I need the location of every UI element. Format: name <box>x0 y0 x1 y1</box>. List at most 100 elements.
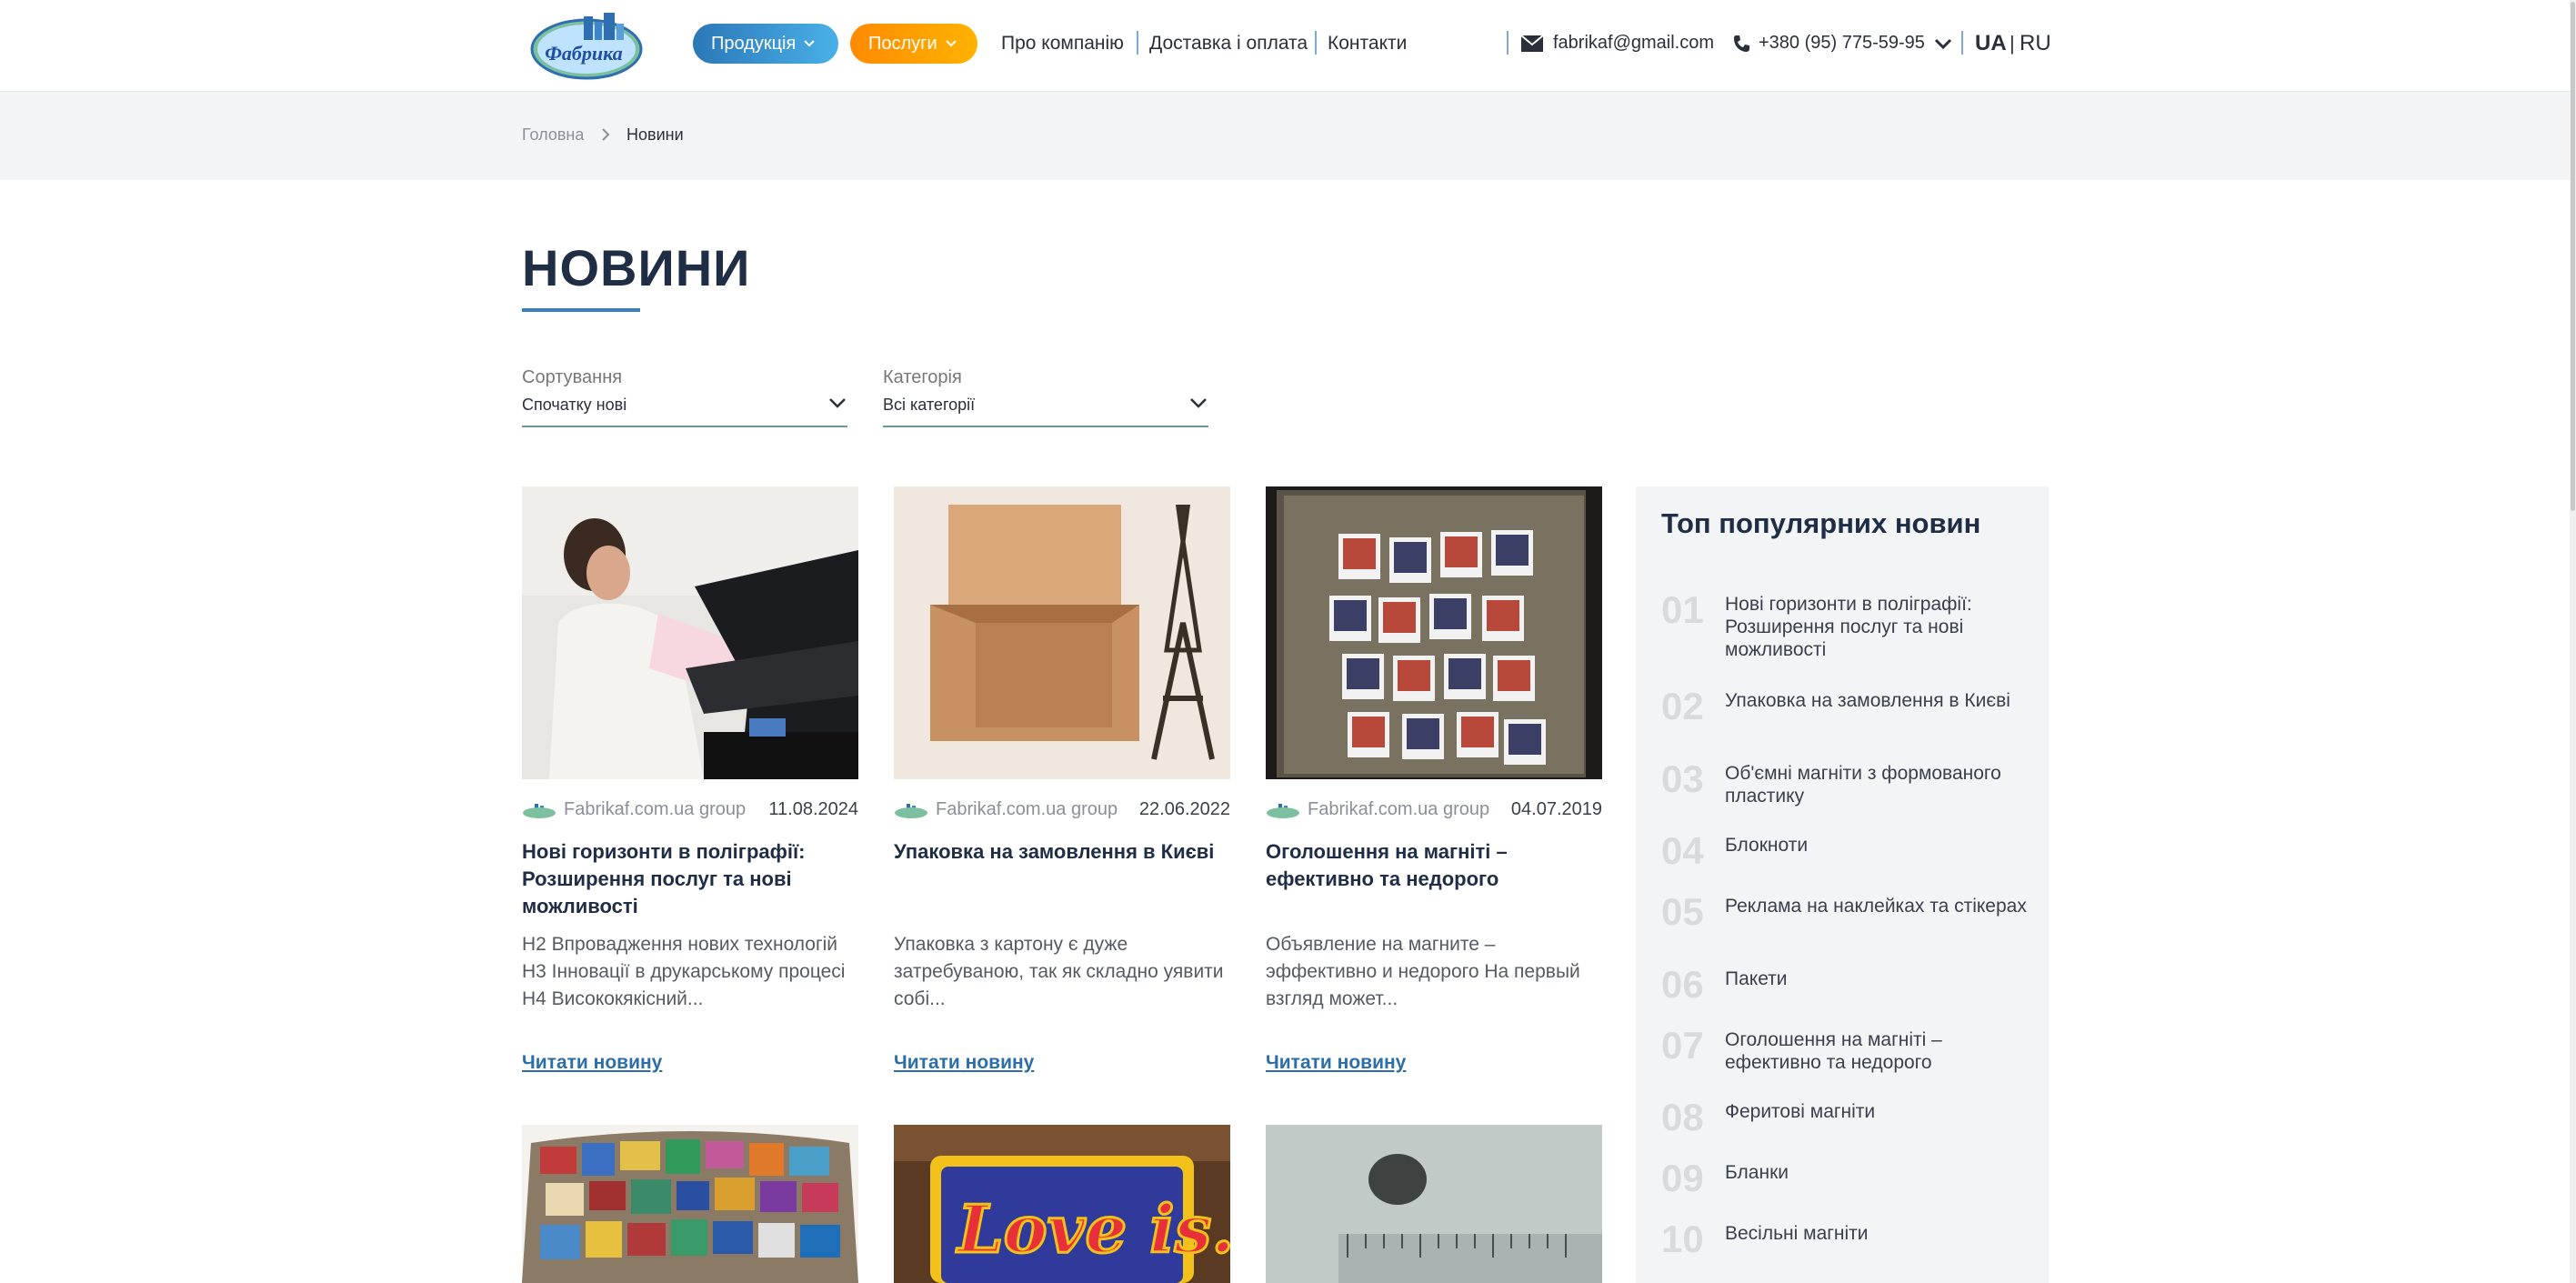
envelope-icon <box>1520 34 1544 52</box>
popular-item[interactable]: 01 Нові горизонти в поліграфії: Розширен… <box>1661 591 2034 661</box>
read-news-link[interactable]: Читати новину <box>1266 1052 1406 1074</box>
sidebar-title: Топ популярних новин <box>1661 507 1981 539</box>
card-meta: Fabrikaf.com.ua group <box>1266 799 1489 820</box>
popular-item-title[interactable]: Блокноти <box>1725 832 1808 870</box>
author-logo-icon <box>1267 803 1299 818</box>
email-text: fabrikaf@gmail.com <box>1553 33 1715 53</box>
popular-item-number: 01 <box>1661 588 1704 631</box>
popular-item-number: 07 <box>1661 1024 1704 1067</box>
category-underline <box>883 426 1208 427</box>
card-title[interactable]: Оголошення на магніті – ефективно та нед… <box>1266 838 1604 893</box>
services-menu-button[interactable]: Послуги <box>850 24 977 64</box>
card-excerpt: H2 Впровадження нових технологій H3 Інно… <box>522 934 846 1009</box>
phone-text: +380 (95) 775-59-95 <box>1759 33 1925 53</box>
popular-item-title[interactable]: Феритові магніти <box>1725 1098 1875 1137</box>
card-meta: Fabrikaf.com.ua group <box>522 799 746 820</box>
popular-item-title[interactable]: Оголошення на магніті – ефективно та нед… <box>1725 1027 2034 1074</box>
popular-item-number: 08 <box>1661 1096 1704 1138</box>
popular-item-title[interactable]: Весільні магніти <box>1725 1220 1869 1258</box>
card-excerpt: Объявление на магните – эффективно и нед… <box>1266 934 1580 1009</box>
card-author: Fabrikaf.com.ua group <box>1308 799 1490 819</box>
card-author: Fabrikaf.com.ua group <box>564 799 747 819</box>
site-header: Фабрика Продукція Послуги Про компанію Д… <box>0 0 2576 92</box>
category-select[interactable]: Всі категорії <box>883 396 975 415</box>
read-news-link[interactable]: Читати новину <box>894 1052 1034 1074</box>
sort-underline <box>522 426 847 427</box>
card-title[interactable]: Упаковка на замовлення в Києві <box>894 838 1232 866</box>
card-title[interactable]: Нові горизонти в поліграфії: Розширення … <box>522 838 860 920</box>
read-news-link[interactable]: Читати новину <box>522 1052 662 1074</box>
phone-icon <box>1734 35 1749 52</box>
chevron-down-icon[interactable] <box>1934 36 1952 51</box>
popular-item-title[interactable]: Нові горизонти в поліграфії: Розширення … <box>1725 591 2034 661</box>
lang-separator: | <box>2010 32 2015 55</box>
chevron-down-icon[interactable] <box>827 393 847 413</box>
popular-item-number: 04 <box>1661 829 1704 872</box>
popular-item[interactable]: 02 Упаковка на замовлення в Києві <box>1661 687 2034 726</box>
news-image-box[interactable] <box>894 486 1230 779</box>
scrollbar-thumb[interactable] <box>2571 2 2575 511</box>
nav-contacts[interactable]: Контакти <box>1328 33 1407 55</box>
popular-item-number: 03 <box>1661 757 1704 800</box>
chevron-right-icon <box>602 128 610 141</box>
sort-select[interactable]: Спочатку нові <box>522 396 626 415</box>
popular-item[interactable]: 07 Оголошення на магніті – ефективно та … <box>1661 1027 2034 1074</box>
nav-about[interactable]: Про компанію <box>1001 33 1124 55</box>
popular-item[interactable]: 10 Весільні магніти <box>1661 1220 2034 1258</box>
popular-item-title[interactable]: Реклама на наклейках та стікерах <box>1725 893 2027 931</box>
news-image-fridge-magnets[interactable] <box>1266 486 1602 779</box>
breadcrumb-band <box>0 92 2576 180</box>
card-date: 22.06.2022 <box>1138 799 1230 819</box>
popular-item-title[interactable]: Упаковка на замовлення в Києві <box>1725 687 2010 726</box>
lang-ru[interactable]: RU <box>2020 31 2051 56</box>
category-label: Категорія <box>883 367 962 387</box>
fabrika-logo[interactable]: Фабрика <box>529 9 644 80</box>
card-date: 04.07.2019 <box>1510 799 1602 819</box>
breadcrumb-current: Новини <box>626 125 684 144</box>
card-meta: Fabrikaf.com.ua group <box>894 799 1118 820</box>
popular-item[interactable]: 05 Реклама на наклейках та стікерах <box>1661 893 2034 931</box>
popular-item[interactable]: 03 Об'ємні магніти з формованого пластик… <box>1661 760 2034 807</box>
svg-text:Фабрика: Фабрика <box>545 42 623 65</box>
title-underline <box>522 308 640 312</box>
lang-divider <box>1961 31 1963 55</box>
popular-item-number: 06 <box>1661 963 1704 1006</box>
chevron-down-icon <box>804 40 816 47</box>
services-label: Послуги <box>868 34 937 54</box>
nav-delivery[interactable]: Доставка і оплата <box>1149 33 1308 55</box>
chevron-down-icon <box>945 40 957 47</box>
card-date: 11.08.2024 <box>768 799 858 819</box>
svg-text:Love is...: Love is... <box>956 1190 1230 1268</box>
popular-item[interactable]: 09 Бланки <box>1661 1159 2034 1198</box>
popular-item[interactable]: 08 Феритові магніти <box>1661 1098 2034 1137</box>
page-title: НОВИНИ <box>522 239 751 296</box>
card-author: Fabrikaf.com.ua group <box>936 799 1118 819</box>
nav-divider <box>1315 31 1317 55</box>
products-menu-button[interactable]: Продукція <box>693 24 838 64</box>
popular-item[interactable]: 04 Блокноти <box>1661 832 2034 870</box>
popular-item[interactable]: 06 Пакети <box>1661 966 2034 1004</box>
news-image-souvenir-magnets[interactable] <box>522 1125 858 1283</box>
news-image-printing[interactable] <box>522 486 858 779</box>
phone-contact[interactable]: +380 (95) 775-59-95 <box>1733 33 1952 54</box>
popular-item-number: 05 <box>1661 890 1704 933</box>
popular-item-number: 09 <box>1661 1157 1704 1199</box>
popular-item-number: 02 <box>1661 685 1704 727</box>
lang-ua[interactable]: UA <box>1975 31 2007 56</box>
email-contact[interactable]: fabrikaf@gmail.com <box>1520 33 1714 54</box>
news-image-love-is-magnet[interactable]: Love is... <box>894 1125 1230 1283</box>
news-image-round-magnet[interactable] <box>1266 1125 1602 1283</box>
breadcrumb-home[interactable]: Головна <box>522 125 584 145</box>
chevron-down-icon[interactable] <box>1188 393 1208 413</box>
nav-divider <box>1137 31 1138 55</box>
popular-item-title[interactable]: Бланки <box>1725 1159 1789 1198</box>
sort-label: Сортування <box>522 367 623 387</box>
author-logo-icon <box>523 803 556 818</box>
popular-item-number: 10 <box>1661 1218 1704 1260</box>
popular-item-title[interactable]: Об'ємні магніти з формованого пластику <box>1725 760 2034 807</box>
products-label: Продукція <box>711 34 797 54</box>
popular-item-title[interactable]: Пакети <box>1725 966 1788 1004</box>
author-logo-icon <box>895 803 927 818</box>
card-excerpt: Упаковка з картону є дуже затребуваною, … <box>894 934 1224 1009</box>
contact-divider <box>1507 31 1509 55</box>
